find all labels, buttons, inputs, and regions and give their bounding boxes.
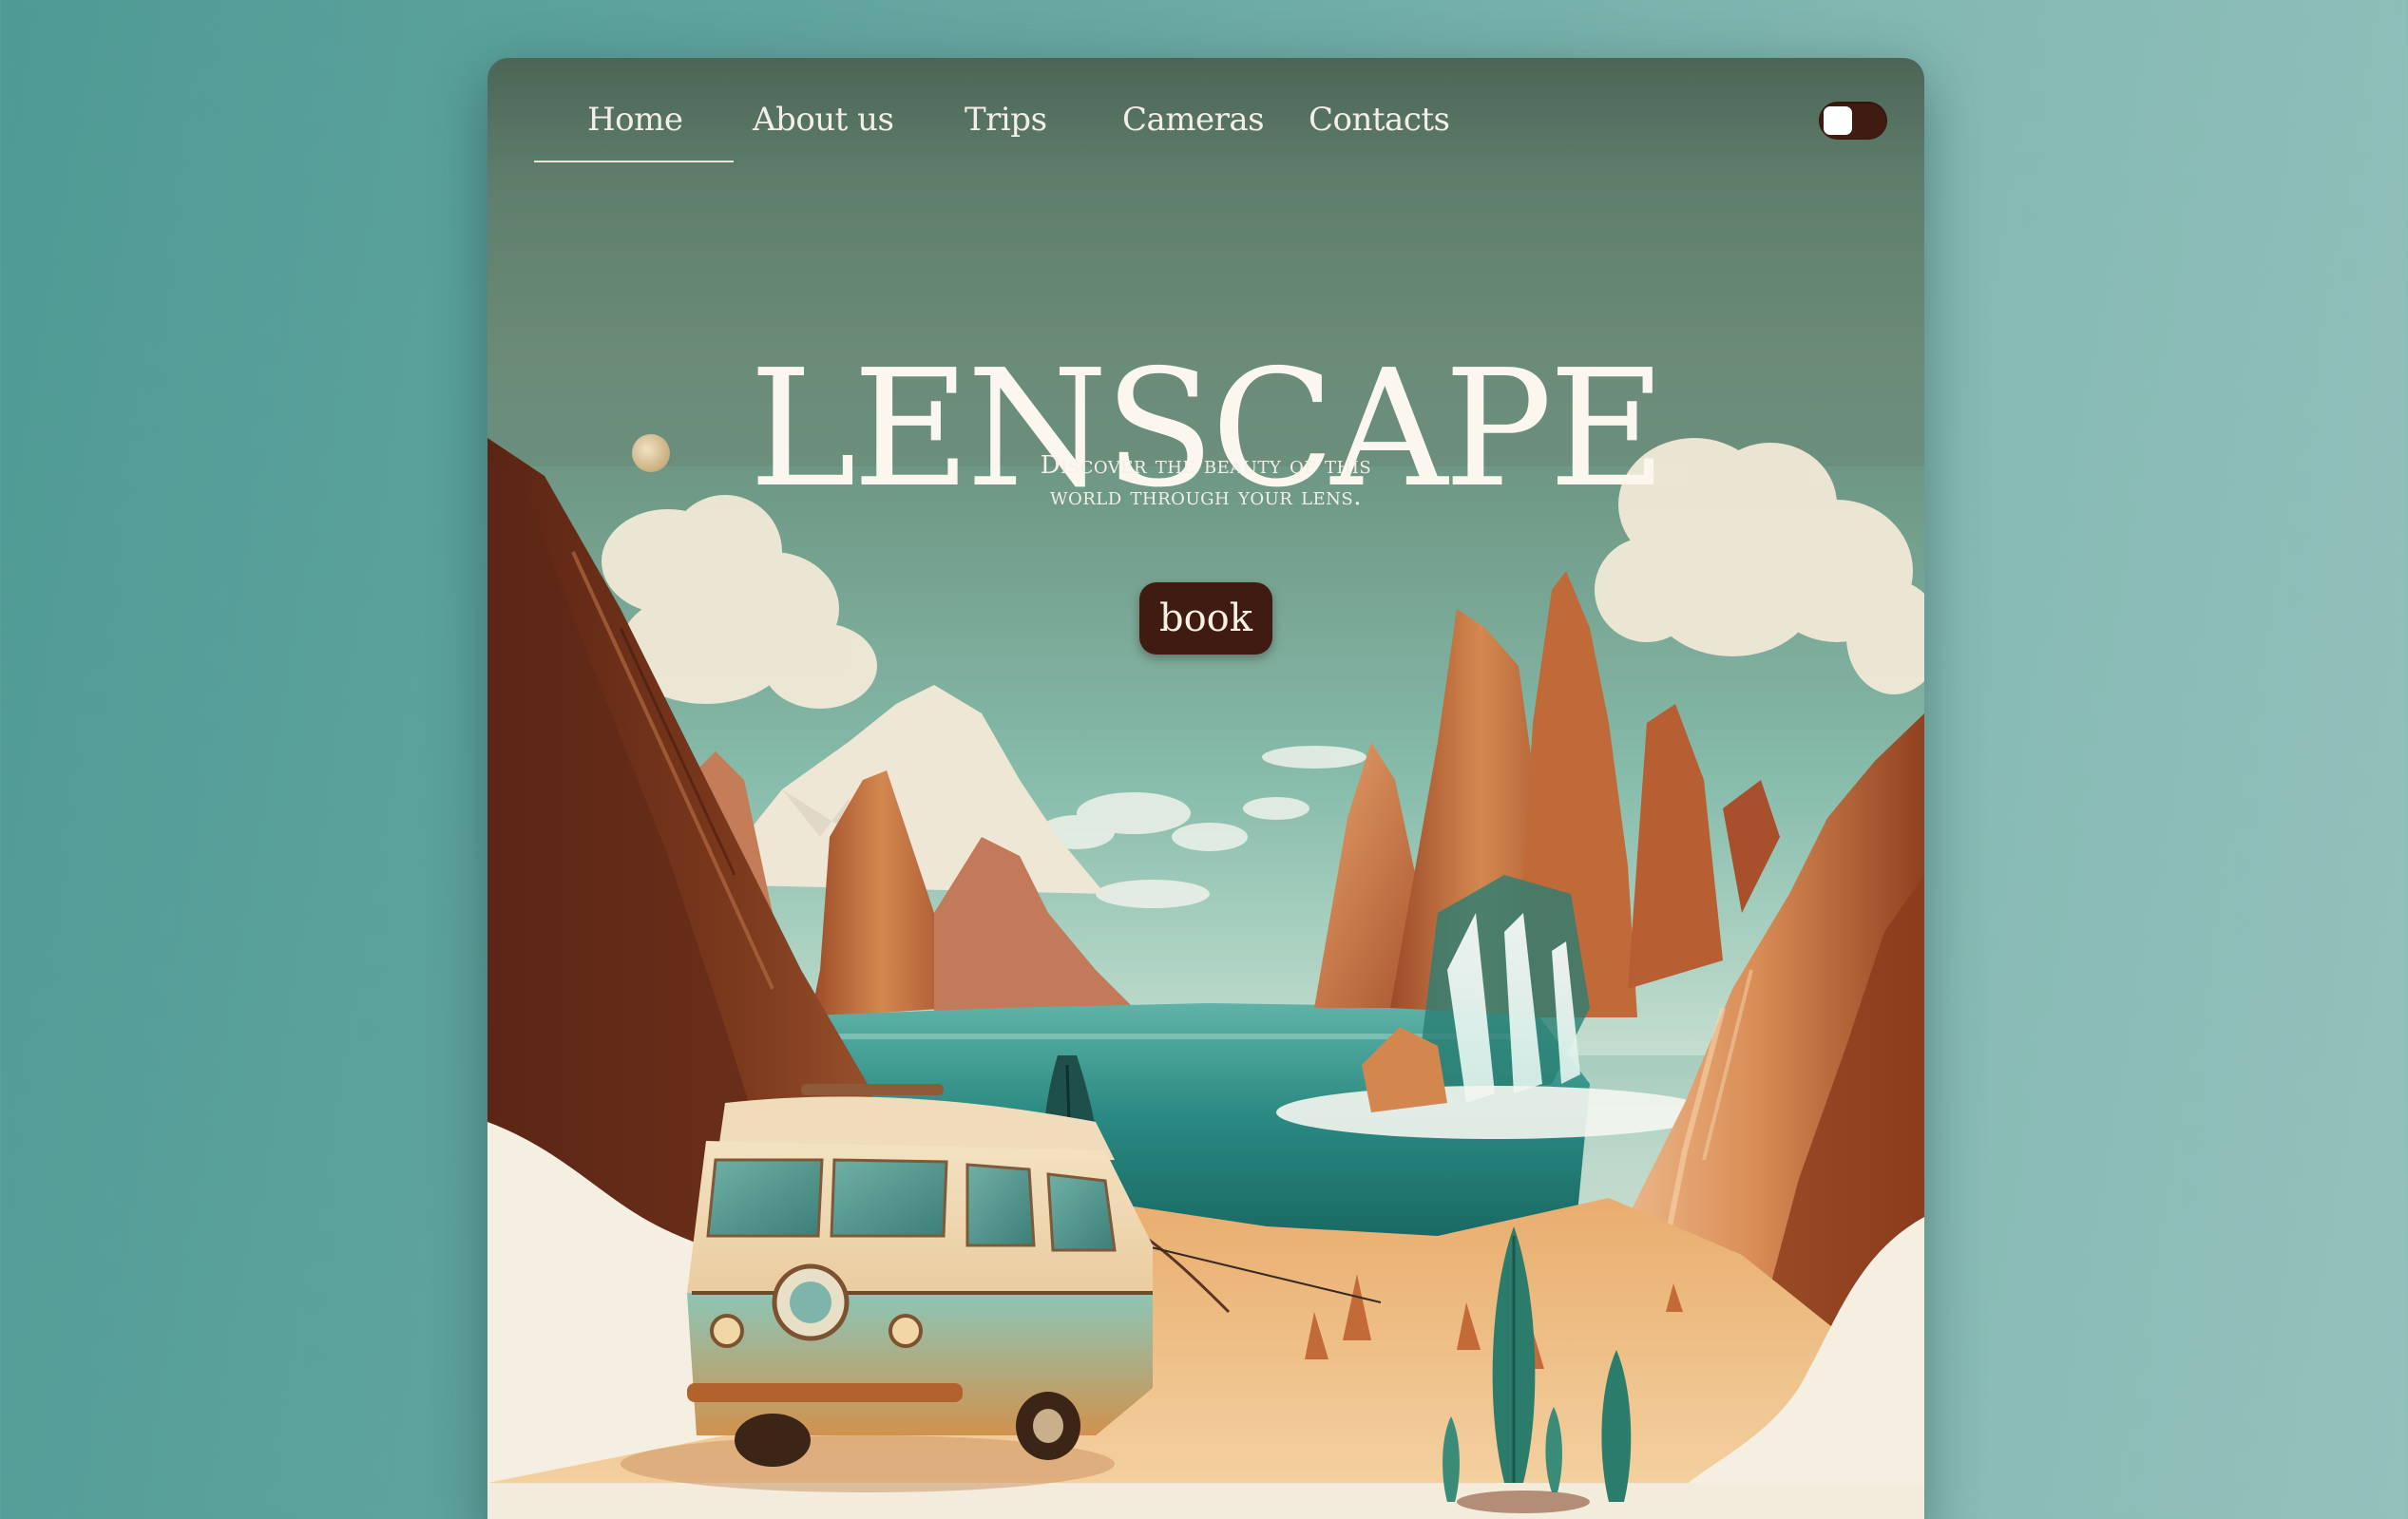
nav-contacts[interactable]: Contacts [1309,96,1450,143]
nav-trips[interactable]: Trips [965,96,1047,143]
theme-toggle[interactable] [1819,102,1887,140]
landing-card: Home About us Trips Cameras Contacts LEN… [487,58,1924,1519]
toggle-knob [1824,106,1852,135]
nav-about-us[interactable]: About us [753,96,894,143]
nav-home[interactable]: Home [533,96,736,162]
book-button[interactable]: book [1139,582,1272,655]
tagline-line-1: Discover the beauty of this [1040,451,1372,480]
hero-illustration [487,434,1924,1519]
tagline-line-2: world through your lens. [1049,483,1363,511]
nav-cameras[interactable]: Cameras [1122,96,1265,143]
top-navigation: Home About us Trips Cameras Contacts [487,58,1924,200]
hero-tagline: Discover the beauty of this world throug… [921,450,1491,513]
